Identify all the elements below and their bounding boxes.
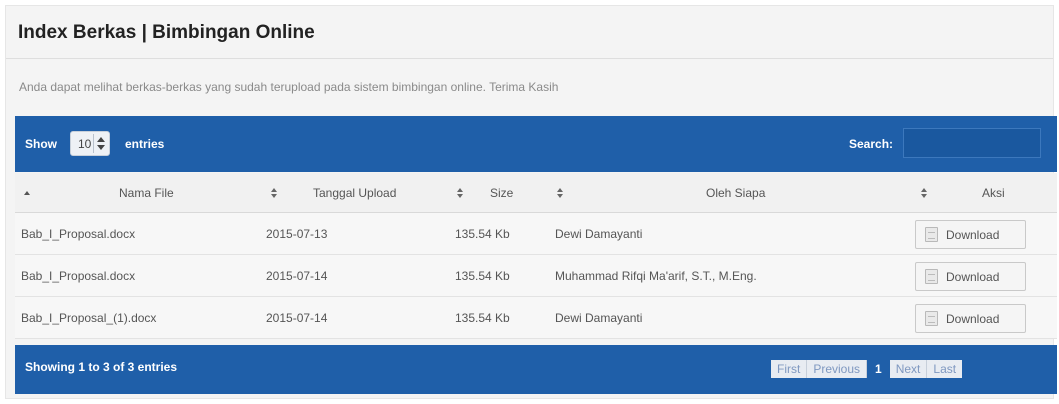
column-header-nama-file[interactable]: Nama File <box>23 173 253 212</box>
column-label: Tanggal Upload <box>313 186 397 200</box>
arrow-up-icon <box>97 137 105 142</box>
column-label: Aksi <box>982 186 1005 200</box>
sort-both-icon <box>556 188 566 200</box>
download-label: Download <box>946 228 1000 242</box>
show-label: Show <box>25 137 57 151</box>
download-button[interactable]: Download <box>915 304 1026 333</box>
entries-length-value: 10 <box>78 137 92 151</box>
download-label: Download <box>946 270 1000 284</box>
search-input[interactable] <box>903 128 1041 158</box>
entries-length-select[interactable]: 10 <box>70 131 110 156</box>
download-file-icon <box>925 269 938 284</box>
pagination: First Previous 1 Next Last <box>771 360 963 378</box>
uploader-cell: Dewi Damayanti <box>555 226 643 241</box>
arrow-down-icon <box>97 145 105 150</box>
file-size-cell: 135.54 Kb <box>455 226 510 241</box>
search-label: Search: <box>849 137 894 151</box>
column-label: Size <box>490 186 514 200</box>
page-title: Index Berkas | Bimbingan Online <box>18 22 315 43</box>
upload-date-cell: 2015-07-14 <box>266 310 328 325</box>
file-name-cell: Bab_I_Proposal.docx <box>21 226 136 241</box>
sort-both-icon <box>920 188 930 200</box>
pagination-last[interactable]: Last <box>927 360 963 378</box>
sort-asc-icon <box>23 188 33 200</box>
entries-label: entries <box>125 137 165 151</box>
sort-both-icon <box>456 188 466 200</box>
upload-date-cell: 2015-07-13 <box>266 226 328 241</box>
upload-date-cell: 2015-07-14 <box>266 268 328 283</box>
download-file-icon <box>925 227 938 242</box>
download-button[interactable]: Download <box>915 220 1026 249</box>
pagination-previous[interactable]: Previous <box>807 360 868 378</box>
table-row: Bab_I_Proposal_(1).docx 2015-07-14 135.5… <box>15 297 1057 339</box>
column-header-oleh-siapa[interactable]: Oleh Siapa <box>556 173 896 212</box>
column-header-aksi[interactable]: Aksi <box>920 173 1040 212</box>
column-header-size[interactable]: Size <box>456 173 536 212</box>
table-footer: Showing 1 to 3 of 3 entries First Previo… <box>15 345 1057 394</box>
table-toolbar: Show 10 entries Search: <box>15 116 1057 172</box>
entries-info: Showing 1 to 3 of 3 entries <box>25 360 178 374</box>
file-name-cell: Bab_I_Proposal_(1).docx <box>21 310 157 325</box>
pagination-current-page[interactable]: 1 <box>867 360 890 378</box>
file-size-cell: 135.54 Kb <box>455 268 510 283</box>
spinner-arrows-icon[interactable] <box>93 134 107 153</box>
files-table: Nama File Tanggal Upload Size Oleh Siapa… <box>15 173 1057 339</box>
table-header-row: Nama File Tanggal Upload Size Oleh Siapa… <box>15 173 1057 213</box>
download-label: Download <box>946 312 1000 326</box>
file-name-cell: Bab_I_Proposal.docx <box>21 268 136 283</box>
uploader-cell: Dewi Damayanti <box>555 310 643 325</box>
sort-both-icon <box>270 188 280 200</box>
file-size-cell: 135.54 Kb <box>455 310 510 325</box>
column-header-tanggal-upload[interactable]: Tanggal Upload <box>270 173 440 212</box>
table-row: Bab_I_Proposal.docx 2015-07-13 135.54 Kb… <box>15 213 1057 255</box>
pagination-first[interactable]: First <box>771 360 808 378</box>
download-button[interactable]: Download <box>915 262 1026 291</box>
table-row: Bab_I_Proposal.docx 2015-07-14 135.54 Kb… <box>15 255 1057 297</box>
column-label: Oleh Siapa <box>706 186 766 200</box>
page-description: Anda dapat melihat berkas-berkas yang su… <box>19 80 559 94</box>
pagination-next[interactable]: Next <box>889 360 928 378</box>
uploader-cell: Muhammad Rifqi Ma'arif, S.T., M.Eng. <box>555 268 757 283</box>
download-file-icon <box>925 311 938 326</box>
column-label: Nama File <box>119 186 174 200</box>
title-divider <box>6 58 1053 59</box>
